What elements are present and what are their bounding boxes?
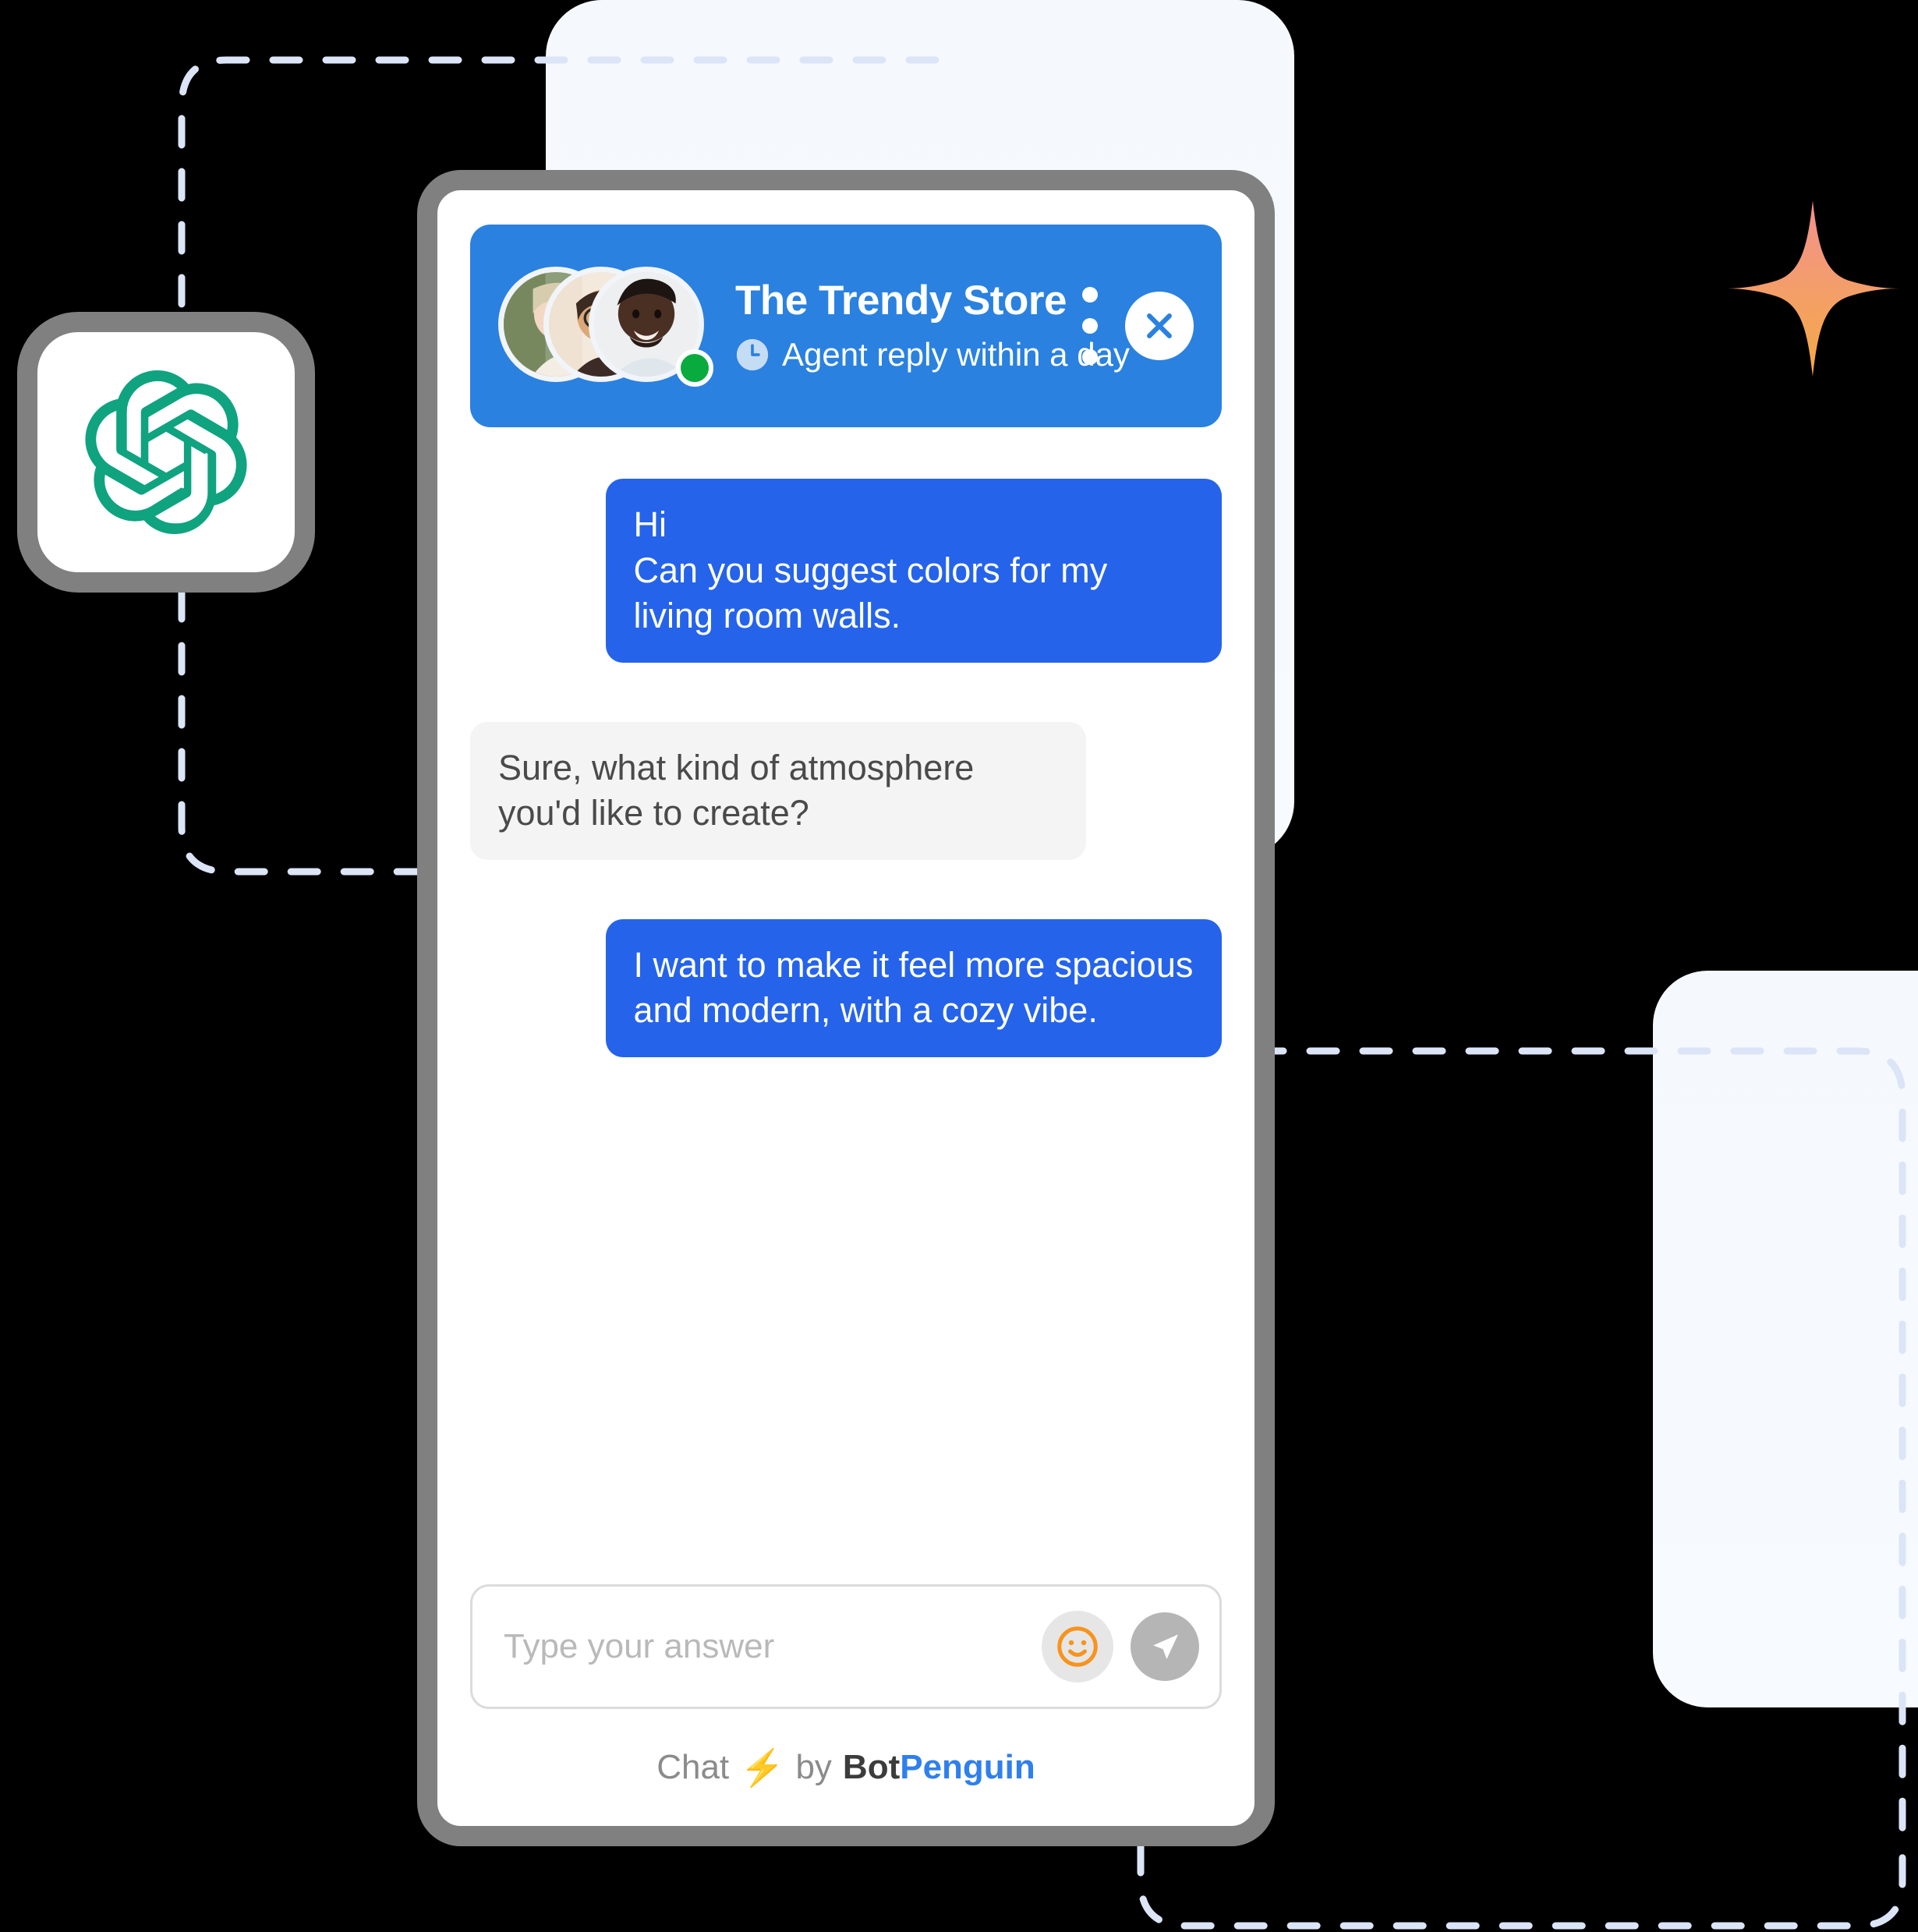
header-text-block: The Trendy Store Agent reply within a da… <box>735 277 1130 374</box>
screenshot-stage: The Trendy Store Agent reply within a da… <box>0 0 1918 1932</box>
emoji-smiley-icon <box>1057 1626 1098 1667</box>
user-message-bubble: Hi Can you suggest colors for my living … <box>605 479 1222 663</box>
kebab-menu-icon[interactable] <box>1081 287 1099 365</box>
message-list: Hi Can you suggest colors for my living … <box>437 427 1254 1584</box>
chat-footer: Chat ⚡ by BotPenguin <box>437 1709 1254 1826</box>
close-button[interactable] <box>1125 292 1194 360</box>
openai-logo-tile <box>17 312 315 593</box>
answer-input[interactable] <box>504 1627 1042 1666</box>
clock-icon <box>736 338 769 371</box>
agent-reply-row: Agent reply within a day <box>735 336 1130 373</box>
footer-chat-label: Chat <box>656 1748 730 1786</box>
send-button[interactable] <box>1131 1612 1199 1681</box>
openai-logo-icon <box>84 370 248 534</box>
message-composer <box>470 1584 1222 1709</box>
bolt-icon: ⚡ <box>740 1746 785 1788</box>
store-title: The Trendy Store <box>735 277 1067 324</box>
header-actions <box>1081 287 1194 365</box>
close-icon <box>1147 313 1172 338</box>
message-row-3: I want to make it feel more spacious and… <box>470 918 1222 1057</box>
agent-reply-status: Agent reply within a day <box>782 336 1130 373</box>
user-message-bubble: I want to make it feel more spacious and… <box>605 918 1222 1057</box>
brand-bot-label: Bot <box>842 1748 901 1786</box>
chat-widget-window: The Trendy Store Agent reply within a da… <box>417 170 1275 1846</box>
sparkle-icon <box>1725 200 1901 377</box>
bot-message-bubble: Sure, what kind of atmosphere you'd like… <box>470 721 1087 860</box>
message-row-2: Sure, what kind of atmosphere you'd like… <box>470 721 1222 860</box>
brand-penguin-label: Penguin <box>900 1748 1035 1786</box>
botpenguin-brand[interactable]: BotPenguin <box>843 1748 1035 1787</box>
online-status-dot <box>676 349 713 387</box>
background-panel-right <box>1653 971 1918 1707</box>
agent-avatar-stack <box>498 267 713 387</box>
message-row-1: Hi Can you suggest colors for my living … <box>470 479 1222 663</box>
emoji-button[interactable] <box>1042 1611 1113 1683</box>
send-paper-plane-icon <box>1153 1634 1178 1659</box>
chat-header: The Trendy Store Agent reply within a da… <box>470 225 1222 427</box>
footer-by-label: by <box>795 1748 832 1786</box>
